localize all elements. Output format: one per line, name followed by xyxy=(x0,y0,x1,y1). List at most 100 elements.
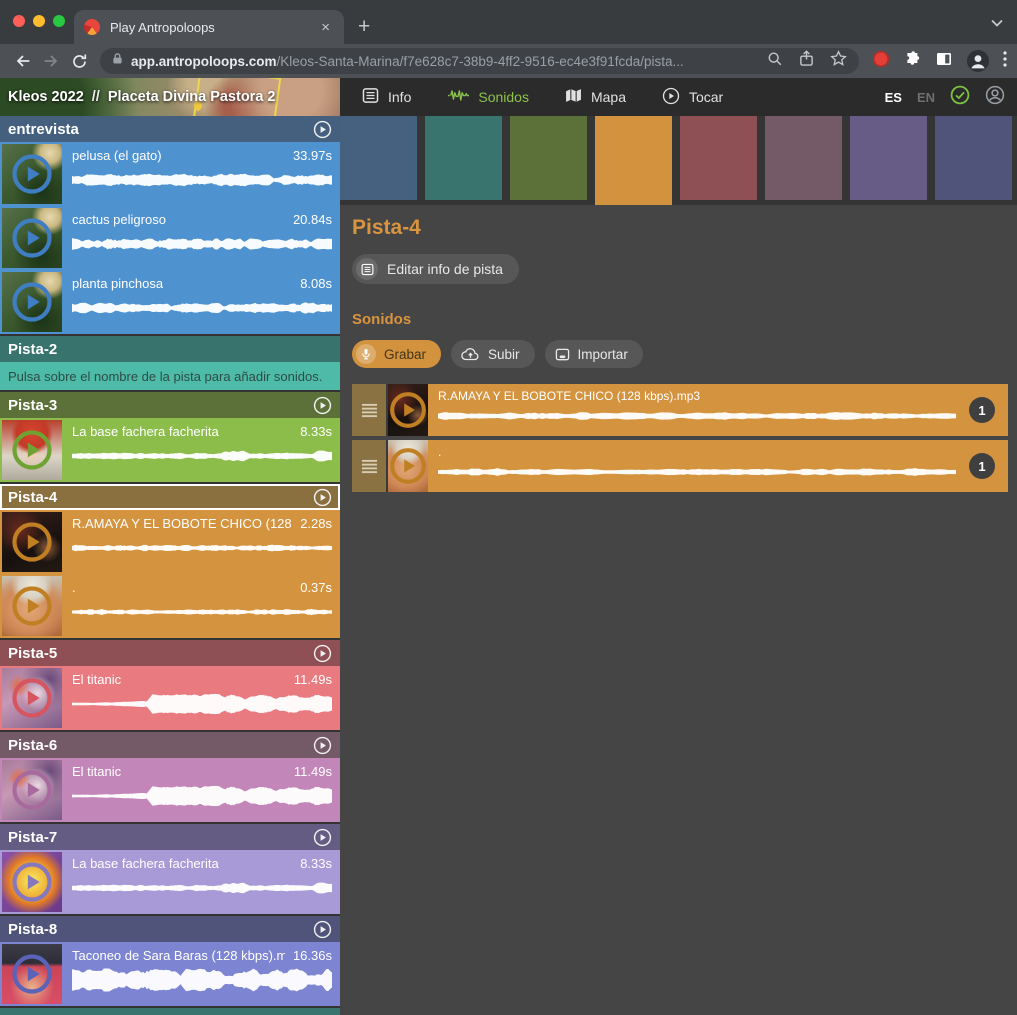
clip-play-icon[interactable] xyxy=(11,429,53,471)
audio-clip[interactable]: planta pinchosa8.08s xyxy=(0,270,340,334)
profile-avatar[interactable] xyxy=(966,49,990,73)
clip-play-icon[interactable] xyxy=(11,281,53,323)
audio-clip[interactable]: .0.37s xyxy=(0,574,340,638)
track-play-icon[interactable] xyxy=(313,120,332,139)
sound-row[interactable]: R.AMAYA Y EL BOBOTE CHICO (128 kbps).mp3… xyxy=(352,384,1008,436)
importar-button[interactable]: Importar xyxy=(545,340,643,368)
minimize-window-button[interactable] xyxy=(33,15,45,27)
clip-waveform[interactable] xyxy=(72,168,332,192)
forward-button[interactable] xyxy=(38,48,64,74)
track-swatch-1[interactable] xyxy=(340,116,417,200)
clip-waveform[interactable] xyxy=(72,968,332,992)
project-cover-image[interactable]: Kleos 2022 // Placeta Divina Pastora 2 xyxy=(0,78,340,116)
clip-play-icon[interactable] xyxy=(11,153,53,195)
sound-thumbnail xyxy=(388,440,428,492)
audio-clip[interactable]: El titanic11.49s xyxy=(0,666,340,730)
account-icon[interactable] xyxy=(985,85,1005,110)
track-header-Pista-2[interactable]: Pista-2 xyxy=(0,336,340,362)
track-play-icon[interactable] xyxy=(313,488,332,507)
edit-track-info-button[interactable]: Editar info de pista xyxy=(352,254,519,284)
side-panel-icon[interactable] xyxy=(935,50,953,73)
track-swatch-4[interactable] xyxy=(595,116,672,205)
nav-item-mapa[interactable]: Mapa xyxy=(565,88,626,106)
traffic-lights[interactable] xyxy=(13,15,65,27)
tab-search-chevron-icon[interactable] xyxy=(991,14,1003,32)
track-header-Pista-5[interactable]: Pista-5 xyxy=(0,640,340,666)
reload-button[interactable] xyxy=(66,48,92,74)
lang-en-button[interactable]: EN xyxy=(917,90,935,105)
clip-play-icon[interactable] xyxy=(11,861,53,903)
sound-waveform[interactable] xyxy=(438,461,956,483)
sidebar-section: Pista-6 El titanic11.49s xyxy=(0,732,340,822)
nav-item-info[interactable]: Info xyxy=(362,87,411,107)
browser-tab[interactable]: Play Antropoloops × xyxy=(74,10,344,44)
bookmark-star-icon[interactable] xyxy=(830,50,847,72)
tab-close-icon[interactable]: × xyxy=(317,18,334,37)
audio-clip[interactable]: pelusa (el gato)33.97s xyxy=(0,142,340,206)
sound-play-icon[interactable] xyxy=(389,447,427,485)
zoom-window-button[interactable] xyxy=(53,15,65,27)
sound-row[interactable]: .1 xyxy=(352,440,1008,492)
clip-waveform[interactable] xyxy=(72,876,332,900)
new-tab-button[interactable]: + xyxy=(358,16,370,37)
nav-item-tocar[interactable]: Tocar xyxy=(662,87,723,108)
track-swatch-5[interactable] xyxy=(680,116,757,200)
audio-clip[interactable]: El titanic11.49s xyxy=(0,758,340,822)
track-header-entrevista[interactable]: entrevista xyxy=(0,116,340,142)
clip-play-icon[interactable] xyxy=(11,521,53,563)
back-button[interactable] xyxy=(10,48,36,74)
audio-clip[interactable]: La base fachera facherita8.33s xyxy=(0,418,340,482)
audio-clip[interactable]: Taconeo de Sara Baras (128 kbps).mp316.3… xyxy=(0,942,340,1006)
grabar-button[interactable]: Grabar xyxy=(352,340,441,368)
drag-handle-icon[interactable] xyxy=(352,384,386,436)
zoom-icon[interactable] xyxy=(767,51,783,72)
track-swatch-2[interactable] xyxy=(425,116,502,200)
track-swatch-6[interactable] xyxy=(765,116,842,200)
clip-waveform[interactable] xyxy=(72,444,332,468)
clip-title: planta pinchosa xyxy=(72,276,163,291)
track-play-icon[interactable] xyxy=(313,644,332,663)
track-swatch-7[interactable] xyxy=(850,116,927,200)
track-play-icon[interactable] xyxy=(313,396,332,415)
track-header-Pista-4[interactable]: Pista-4 xyxy=(0,484,340,510)
track-play-icon[interactable] xyxy=(313,736,332,755)
drag-handle-icon[interactable] xyxy=(352,440,386,492)
track-header-Pista-6[interactable]: Pista-6 xyxy=(0,732,340,758)
track-swatch-8[interactable] xyxy=(935,116,1012,200)
clip-play-icon[interactable] xyxy=(11,217,53,259)
clip-waveform[interactable] xyxy=(72,296,332,320)
nav-item-sonidos[interactable]: Sonidos xyxy=(447,88,529,106)
breadcrumb-project[interactable]: Kleos 2022 xyxy=(8,89,84,105)
clip-waveform[interactable] xyxy=(72,536,332,560)
sound-waveform[interactable] xyxy=(438,405,956,427)
url-bar[interactable]: app.antropoloops.com/Kleos-Santa-Marina/… xyxy=(100,48,859,74)
sound-play-icon[interactable] xyxy=(389,391,427,429)
subir-icon xyxy=(461,347,480,361)
sync-check-icon[interactable] xyxy=(950,85,970,110)
browser-menu-kebab-icon[interactable] xyxy=(1003,51,1007,72)
track-play-icon[interactable] xyxy=(313,920,332,939)
clip-play-icon[interactable] xyxy=(11,953,53,995)
clip-waveform[interactable] xyxy=(72,784,332,808)
clip-waveform[interactable] xyxy=(72,600,332,624)
lang-es-button[interactable]: ES xyxy=(885,90,902,105)
track-header-Pista-7[interactable]: Pista-7 xyxy=(0,824,340,850)
clip-waveform[interactable] xyxy=(72,232,332,256)
clip-play-icon[interactable] xyxy=(11,769,53,811)
clip-play-icon[interactable] xyxy=(11,677,53,719)
audio-clip[interactable]: La base fachera facherita8.33s xyxy=(0,850,340,914)
subir-button[interactable]: Subir xyxy=(451,340,535,368)
track-header-title: Pista-6 xyxy=(8,737,57,754)
clip-play-icon[interactable] xyxy=(11,585,53,627)
close-window-button[interactable] xyxy=(13,15,25,27)
clip-waveform[interactable] xyxy=(72,692,332,716)
record-extension-icon[interactable] xyxy=(871,49,891,74)
audio-clip[interactable]: R.AMAYA Y EL BOBOTE CHICO (128 kbps)....… xyxy=(0,510,340,574)
extensions-puzzle-icon[interactable] xyxy=(904,50,922,73)
track-header-Pista-8[interactable]: Pista-8 xyxy=(0,916,340,942)
track-header-Pista-3[interactable]: Pista-3 xyxy=(0,392,340,418)
share-icon[interactable] xyxy=(799,50,814,72)
track-play-icon[interactable] xyxy=(313,828,332,847)
track-swatch-3[interactable] xyxy=(510,116,587,200)
audio-clip[interactable]: cactus peligroso20.84s xyxy=(0,206,340,270)
